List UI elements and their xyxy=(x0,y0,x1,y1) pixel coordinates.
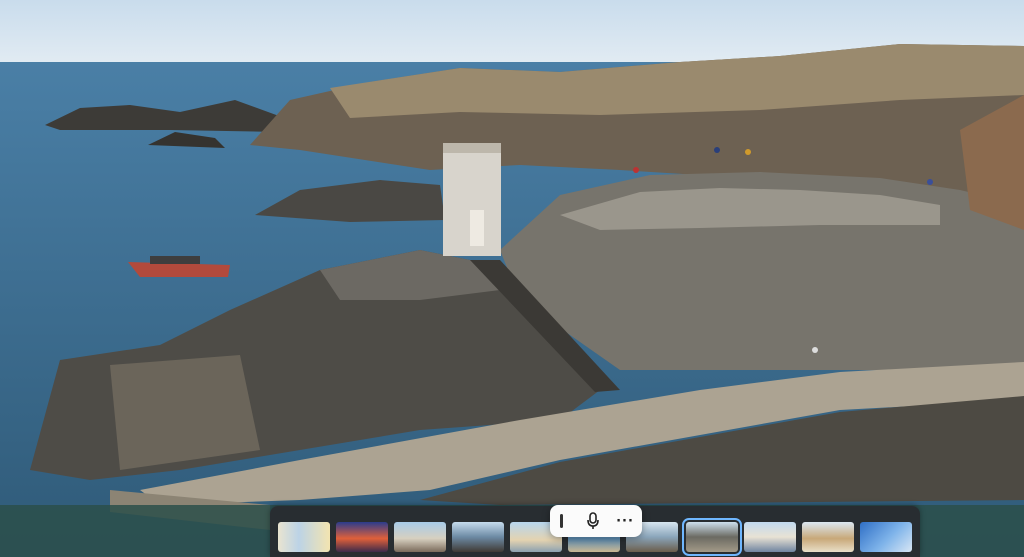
main-photo xyxy=(0,0,1024,557)
voice-toolbar: ··· xyxy=(550,505,642,537)
harbor-thumbnail[interactable] xyxy=(394,522,446,552)
town-thumbnail[interactable] xyxy=(744,522,796,552)
sunset-thumbnail[interactable] xyxy=(336,522,388,552)
boat-thumbnail[interactable] xyxy=(860,522,912,552)
rocks-thumbnail[interactable] xyxy=(682,518,742,556)
map-thumbnail[interactable] xyxy=(278,522,330,552)
sand-thumbnail[interactable] xyxy=(802,522,854,552)
drag-handle-icon[interactable] xyxy=(560,514,563,528)
coast-thumbnail[interactable] xyxy=(452,522,504,552)
more-options-icon[interactable]: ··· xyxy=(611,505,639,537)
microphone-icon[interactable] xyxy=(579,505,607,537)
